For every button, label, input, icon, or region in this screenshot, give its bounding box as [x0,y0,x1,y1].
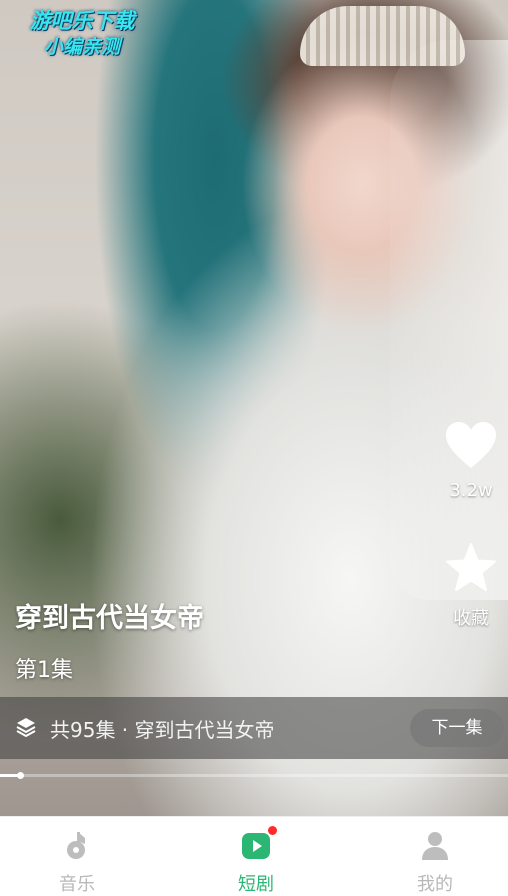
user-icon [422,832,448,860]
video-player[interactable] [0,0,508,816]
video-frame-tiara [300,6,465,66]
like-count: 3.2w [449,480,493,501]
progress-bar[interactable] [0,772,508,779]
tab-music[interactable]: 音乐 [17,817,137,896]
tab-short-drama-label: 短剧 [238,874,274,895]
music-note-icon [67,832,85,859]
favorite-label: 收藏 [453,608,489,629]
watermark-line-1: 游吧乐下载 [29,9,135,33]
watermark-line-2: 小编亲测 [43,36,120,58]
collection-info: 共95集 · 穿到古代当女帝 [50,718,275,742]
drama-title: 穿到古代当女帝 [15,603,204,634]
notification-dot [267,825,278,836]
next-episode-button[interactable]: 下一集 [410,709,504,747]
collection-bar[interactable]: 共95集 · 穿到古代当女帝 下一集 [0,697,508,759]
tab-music-label: 音乐 [59,874,95,895]
tab-mine[interactable]: 我的 [375,817,495,896]
episode-label: 第1集 [15,658,73,683]
favorite-button[interactable]: 收藏 [442,542,500,630]
star-icon [446,543,496,591]
layers-icon [16,718,36,737]
watermark-logo: 游吧乐下载 小编亲测 [12,8,152,60]
heart-icon [446,422,496,468]
tab-mine-label: 我的 [417,874,453,895]
bottom-tab-bar: 音乐 短剧 我的 [0,816,508,896]
video-frame-veil [390,40,508,600]
like-button[interactable]: 3.2w [442,420,500,501]
tab-short-drama[interactable]: 短剧 [196,817,316,896]
